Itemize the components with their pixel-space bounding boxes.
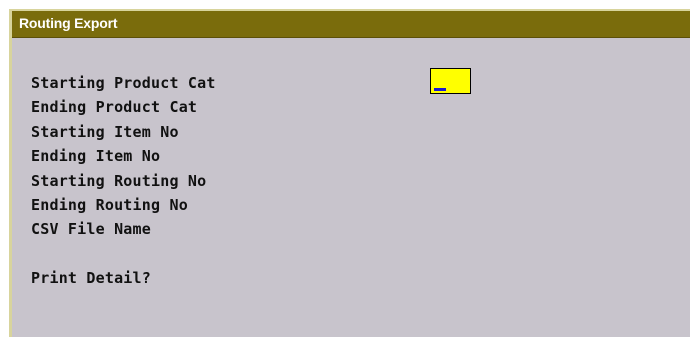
ending-product-cat-label: Ending Product Cat xyxy=(31,98,198,117)
form-labels: Starting Product Cat Ending Product Cat … xyxy=(31,71,216,290)
ending-routing-no-label: Ending Routing No xyxy=(31,195,188,214)
title-bar: Routing Export xyxy=(12,11,690,38)
csv-file-name-label: CSV File Name xyxy=(31,220,151,239)
text-cursor xyxy=(434,88,446,91)
routing-export-window: Routing Export Starting Product Cat Endi… xyxy=(9,9,690,337)
starting-routing-no-label: Starting Routing No xyxy=(31,171,207,190)
window-title: Routing Export xyxy=(19,15,118,31)
print-detail-label: Print Detail? xyxy=(31,268,151,287)
starting-product-cat-input[interactable] xyxy=(430,68,471,94)
ending-item-no-label: Ending Item No xyxy=(31,147,161,166)
starting-product-cat-label: Starting Product Cat xyxy=(31,74,216,92)
starting-item-no-label: Starting Item No xyxy=(31,122,179,141)
